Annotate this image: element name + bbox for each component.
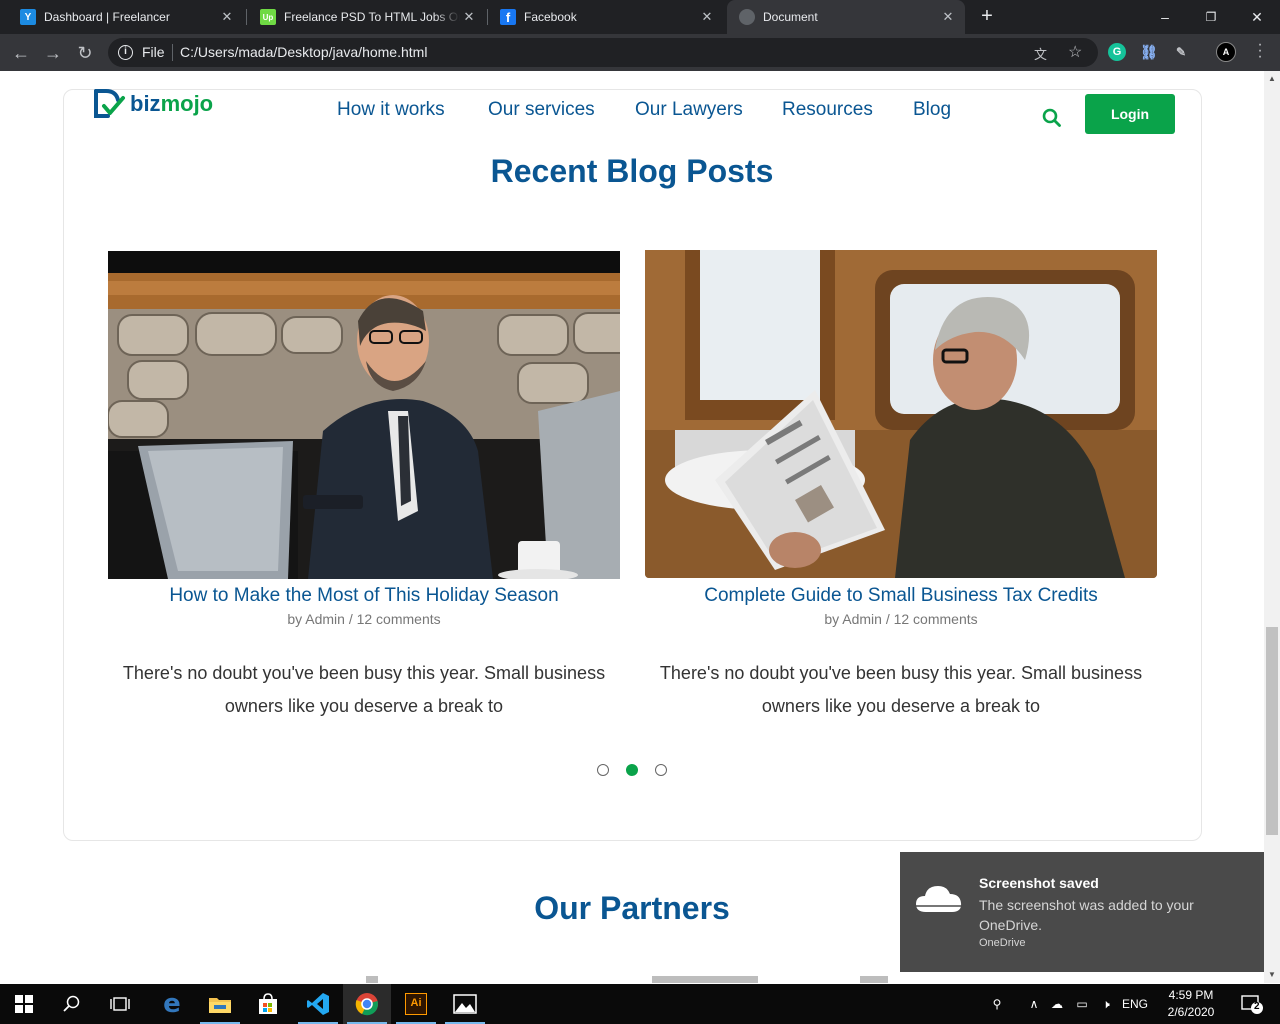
logo-mark-icon — [94, 89, 125, 118]
nav-our-lawyers[interactable]: Our Lawyers — [635, 99, 743, 121]
post-excerpt: There's no doubt you've been busy this y… — [659, 663, 1143, 716]
action-center-icon[interactable]: 2 — [1234, 984, 1270, 1024]
close-window-button[interactable]: ✕ — [1234, 0, 1280, 34]
tab-freelancer[interactable]: Y Dashboard | Freelancer ✕ — [8, 0, 244, 34]
tab-title: Freelance PSD To HTML Jobs Online — [284, 10, 460, 24]
toast-body: The screenshot was added to your OneDriv… — [979, 897, 1194, 933]
blog-post: Complete Guide to Small Business Tax Cre… — [645, 250, 1157, 730]
post-meta: by Admin / 12 comments — [824, 611, 978, 627]
close-tab-icon[interactable]: ✕ — [218, 9, 236, 25]
close-tab-icon[interactable]: ✕ — [460, 9, 478, 25]
carousel-dot-3[interactable] — [655, 764, 667, 776]
close-tab-icon[interactable]: ✕ — [698, 9, 716, 25]
system-clock[interactable]: 4:59 PM 2/6/2020 — [1152, 987, 1230, 1021]
facebook-icon: f — [500, 9, 516, 25]
back-button[interactable]: ← — [8, 40, 34, 66]
tab-upwork[interactable]: Up Freelance PSD To HTML Jobs Online ✕ — [248, 0, 486, 34]
link-icon[interactable]: ⛓ — [1140, 43, 1158, 61]
logo-text-biz: biz — [130, 91, 161, 116]
forward-button[interactable]: → — [40, 40, 66, 66]
browser-tab-strip: Y Dashboard | Freelancer ✕ Up Freelance … — [0, 0, 1280, 34]
login-button[interactable]: Login — [1085, 94, 1175, 134]
scroll-down-icon[interactable]: ▼ — [1264, 967, 1280, 983]
tab-title: Facebook — [524, 10, 577, 24]
tab-title: Dashboard | Freelancer — [44, 10, 170, 24]
tab-title: Document — [763, 10, 818, 24]
browser-toolbar: ← → ↻ i File C:/Users/mada/Desktop/java/… — [0, 34, 1280, 71]
scroll-up-icon[interactable]: ▲ — [1264, 71, 1280, 87]
menu-kebab-icon[interactable]: · · · — [1254, 37, 1266, 65]
upwork-icon: Up — [260, 9, 276, 25]
bizmojo-logo[interactable]: biz mojo — [92, 87, 213, 121]
nav-blog[interactable]: Blog — [913, 99, 951, 121]
input-language[interactable]: ENG — [1118, 984, 1152, 1024]
url-text[interactable]: C:/Users/mada/Desktop/java/home.html — [180, 44, 427, 60]
partner-logo — [860, 976, 888, 983]
address-bar[interactable]: i File C:/Users/mada/Desktop/java/home.h… — [108, 38, 1098, 67]
partner-logo — [652, 976, 758, 983]
notification-count: 2 — [1254, 1001, 1260, 1012]
toast-title: Screenshot saved — [979, 875, 1099, 891]
minimize-button[interactable]: – — [1142, 0, 1188, 34]
info-icon[interactable]: i — [118, 45, 133, 60]
freelancer-icon: Y — [20, 9, 36, 25]
scroll-thumb[interactable] — [1266, 627, 1278, 835]
post-title[interactable]: Complete Guide to Small Business Tax Cre… — [645, 585, 1157, 607]
page-scrollbar[interactable]: ▲ ▼ — [1264, 71, 1280, 983]
illustrator-icon[interactable]: Ai — [392, 984, 440, 1024]
post-title[interactable]: How to Make the Most of This Holiday Sea… — [108, 585, 620, 607]
volume-icon[interactable]: 🕨 — [1096, 984, 1116, 1024]
store-icon[interactable] — [244, 984, 292, 1024]
carousel-dot-2[interactable] — [626, 764, 638, 776]
tab-document[interactable]: Document ✕ — [727, 0, 965, 34]
address-divider — [172, 44, 173, 61]
vscode-icon[interactable] — [294, 984, 342, 1024]
edge-icon[interactable]: e — [148, 984, 196, 1024]
close-tab-icon[interactable]: ✕ — [939, 9, 957, 25]
scheme-label: File — [142, 44, 165, 60]
extension-icon[interactable]: ✎ — [1172, 43, 1190, 61]
bookmark-star-icon[interactable]: ☆ — [1068, 42, 1082, 62]
blog-post: How to Make the Most of This Holiday Sea… — [108, 251, 620, 731]
reload-button[interactable]: ↻ — [72, 40, 98, 66]
people-icon[interactable]: ⚲ — [984, 984, 1010, 1024]
nav-how-it-works[interactable]: How it works — [337, 99, 445, 121]
logo-text-mojo: mojo — [160, 91, 214, 116]
windows-taskbar: e Ai ⚲ ∧ ☁ ▭ 🕨 ENG 4:59 PM 2/6/2020 2 — [0, 984, 1280, 1024]
start-icon[interactable] — [0, 984, 48, 1024]
post-meta: by Admin / 12 comments — [287, 611, 441, 627]
profile-avatar[interactable]: A — [1216, 42, 1236, 62]
nav-our-services[interactable]: Our services — [488, 99, 595, 121]
translate-icon[interactable]: ⽂ — [1034, 44, 1047, 63]
onedrive-cloud-icon — [916, 886, 962, 912]
section-title-blog: Recent Blog Posts — [490, 153, 774, 189]
tab-separator — [246, 9, 247, 25]
show-hidden-icons-icon[interactable]: ∧ — [1024, 984, 1044, 1024]
search-icon[interactable] — [1042, 108, 1062, 128]
network-icon[interactable]: ▭ — [1070, 984, 1094, 1024]
new-tab-button[interactable]: + — [976, 5, 998, 27]
carousel-dots — [597, 764, 667, 776]
post-image[interactable] — [108, 251, 620, 579]
clock-date: 2/6/2020 — [1167, 1005, 1215, 1019]
chrome-icon[interactable] — [343, 984, 391, 1024]
post-image[interactable] — [645, 250, 1157, 578]
onedrive-tray-icon[interactable]: ☁ — [1046, 984, 1068, 1024]
onedrive-notification[interactable]: Screenshot saved The screenshot was adde… — [900, 852, 1264, 972]
search-icon[interactable] — [48, 984, 96, 1024]
task-view-icon[interactable] — [96, 984, 144, 1024]
page-viewport: biz mojo How it works Our services Our La… — [0, 71, 1264, 983]
globe-icon — [739, 9, 755, 25]
tab-facebook[interactable]: f Facebook ✕ — [488, 0, 724, 34]
clock-time: 4:59 PM — [1168, 988, 1214, 1002]
grammarly-icon[interactable]: G — [1108, 43, 1126, 61]
restore-button[interactable]: ❐ — [1188, 0, 1234, 34]
toast-source: OneDrive — [979, 937, 1026, 949]
photos-icon[interactable] — [441, 984, 489, 1024]
carousel-dot-1[interactable] — [597, 764, 609, 776]
file-explorer-icon[interactable] — [196, 984, 244, 1024]
nav-resources[interactable]: Resources — [782, 99, 873, 121]
post-excerpt: There's no doubt you've been busy this y… — [122, 663, 606, 716]
partner-logo — [366, 976, 378, 983]
